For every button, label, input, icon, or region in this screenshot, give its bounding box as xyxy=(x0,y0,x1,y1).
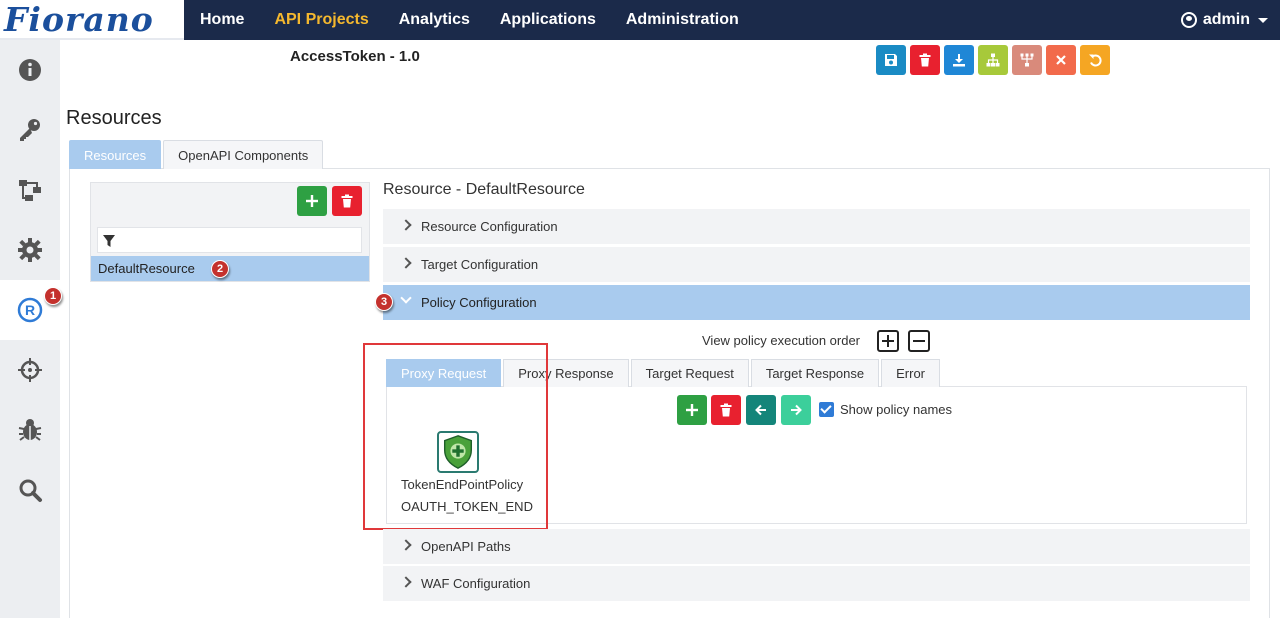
exec-order-label: View policy execution order xyxy=(702,333,861,348)
section-label: Policy Configuration xyxy=(421,295,537,310)
gear-icon xyxy=(18,238,42,262)
resource-item-label: DefaultResource xyxy=(98,261,195,276)
tab-error[interactable]: Error xyxy=(881,359,940,387)
section-policy-configuration[interactable]: Policy Configuration xyxy=(383,285,1250,320)
nav-home[interactable]: Home xyxy=(200,11,244,29)
user-menu[interactable]: admin xyxy=(1180,0,1268,40)
collapse-order-button[interactable] xyxy=(908,330,930,352)
tab-resources[interactable]: Resources xyxy=(69,140,162,169)
save-button[interactable] xyxy=(876,45,906,75)
arrow-left-icon xyxy=(755,404,766,416)
page-tabs: Resources OpenAPI Components xyxy=(69,140,325,169)
chevron-right-icon xyxy=(400,576,412,588)
trash-icon xyxy=(341,194,353,208)
crosshair-icon xyxy=(18,358,42,382)
user-icon xyxy=(1180,12,1197,28)
section-label: OpenAPI Paths xyxy=(421,539,511,554)
nav-administration[interactable]: Administration xyxy=(626,11,739,29)
resource-list-item[interactable]: DefaultResource xyxy=(91,256,369,281)
plus-icon xyxy=(686,404,698,416)
trash-icon xyxy=(919,53,931,67)
undo-button[interactable] xyxy=(1080,45,1110,75)
caret-down-icon xyxy=(1258,17,1268,23)
section-openapi-paths[interactable]: OpenAPI Paths xyxy=(383,529,1250,564)
svg-text:R: R xyxy=(25,302,35,318)
add-policy-button[interactable] xyxy=(677,395,707,425)
sidebar-item-target[interactable] xyxy=(0,340,60,400)
annotation-badge-3: 3 xyxy=(375,293,393,311)
fork-icon xyxy=(1020,53,1034,67)
filter-icon xyxy=(103,235,115,247)
annotation-highlight-box xyxy=(363,343,548,530)
section-label: Resource Configuration xyxy=(421,219,558,234)
resource-filter-input[interactable] xyxy=(97,227,362,253)
section-resource-configuration[interactable]: Resource Configuration xyxy=(383,209,1250,244)
sidebar-item-debug[interactable] xyxy=(0,400,60,460)
nav-applications[interactable]: Applications xyxy=(500,11,596,29)
resource-heading: Resource - DefaultResource xyxy=(383,181,585,198)
project-toolbar xyxy=(876,45,1114,75)
tab-target-request[interactable]: Target Request xyxy=(630,359,749,387)
info-icon xyxy=(19,59,41,81)
logo-text: Fiorano xyxy=(4,0,154,39)
annotation-badge-2: 2 xyxy=(211,260,229,278)
close-button[interactable] xyxy=(1046,45,1076,75)
move-right-button[interactable] xyxy=(781,395,811,425)
chevron-right-icon xyxy=(400,219,412,231)
search-icon xyxy=(19,479,42,502)
section-target-configuration[interactable]: Target Configuration xyxy=(383,247,1250,282)
chevron-down-icon xyxy=(400,292,412,304)
bug-icon xyxy=(18,419,42,441)
fiorano-logo[interactable]: Fiorano xyxy=(0,0,184,40)
chevron-right-icon xyxy=(400,257,412,269)
section-label: Target Configuration xyxy=(421,257,539,272)
flow-icon xyxy=(19,180,41,201)
main-nav: Home API Projects Analytics Applications… xyxy=(200,0,769,40)
move-left-button[interactable] xyxy=(746,395,776,425)
close-icon xyxy=(1056,55,1066,65)
section-waf-configuration[interactable]: WAF Configuration xyxy=(383,566,1250,601)
sidebar-item-flow[interactable] xyxy=(0,160,60,220)
expand-order-button[interactable] xyxy=(877,330,899,352)
user-name: admin xyxy=(1202,11,1250,28)
section-label: WAF Configuration xyxy=(421,576,531,591)
tab-openapi-components[interactable]: OpenAPI Components xyxy=(163,140,324,169)
sidebar-item-settings[interactable] xyxy=(0,220,60,280)
sidebar-item-info[interactable] xyxy=(0,40,60,100)
hierarchy-icon xyxy=(986,53,1000,67)
hierarchy-button[interactable] xyxy=(978,45,1008,75)
nav-api-projects[interactable]: API Projects xyxy=(274,11,368,29)
page-title: Resources xyxy=(66,107,162,129)
delete-button[interactable] xyxy=(910,45,940,75)
trash-icon xyxy=(720,403,732,417)
top-navbar: Fiorano Home API Projects Analytics Appl… xyxy=(0,0,1280,40)
chevron-right-icon xyxy=(400,539,412,551)
plus-icon xyxy=(306,195,318,207)
undo-icon xyxy=(1089,54,1102,67)
download-icon xyxy=(953,54,965,67)
show-policy-names-label: Show policy names xyxy=(840,402,952,417)
tab-target-response[interactable]: Target Response xyxy=(750,359,880,387)
left-sidebar: R xyxy=(0,40,60,618)
registered-icon: R xyxy=(17,297,43,323)
delete-policy-button[interactable] xyxy=(711,395,741,425)
download-button[interactable] xyxy=(944,45,974,75)
arrow-right-icon xyxy=(791,404,802,416)
project-title: AccessToken - 1.0 xyxy=(290,48,420,65)
delete-resource-button[interactable] xyxy=(332,186,362,216)
nav-analytics[interactable]: Analytics xyxy=(399,11,470,29)
save-icon xyxy=(885,54,897,66)
key-icon xyxy=(20,119,40,141)
sidebar-item-keys[interactable] xyxy=(0,100,60,160)
show-policy-names-checkbox[interactable] xyxy=(819,402,834,417)
sidebar-item-search[interactable] xyxy=(0,460,60,520)
fork-button[interactable] xyxy=(1012,45,1042,75)
add-resource-button[interactable] xyxy=(297,186,327,216)
annotation-badge-1: 1 xyxy=(44,287,62,305)
